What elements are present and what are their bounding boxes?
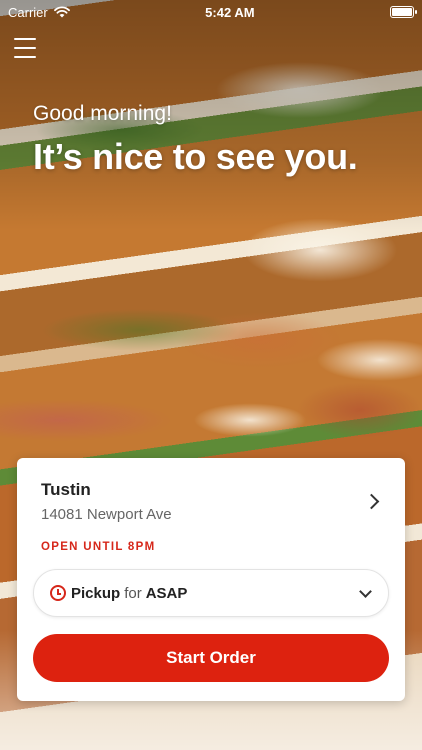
order-type-text: Pickup for ASAP <box>71 585 187 602</box>
order-card: Tustin 14081 Newport Ave OPEN UNTIL 8PM … <box>17 458 405 701</box>
status-bar: Carrier 5:42 AM <box>0 0 422 24</box>
open-status-label: OPEN UNTIL 8PM <box>41 541 156 553</box>
order-time: ASAP <box>145 584 188 602</box>
order-connector: for <box>124 584 142 602</box>
menu-line <box>14 56 36 58</box>
start-order-button[interactable]: Start Order <box>33 634 389 682</box>
location-name: Tustin <box>41 480 91 499</box>
clock-icon <box>50 585 66 601</box>
battery-icon <box>389 6 417 18</box>
wifi-icon <box>53 6 70 18</box>
location-selector[interactable]: Tustin 14081 Newport Ave <box>41 480 383 528</box>
menu-line <box>14 38 36 40</box>
order-type-dropdown[interactable]: Pickup for ASAP <box>33 569 389 617</box>
chevron-down-icon <box>359 585 372 598</box>
location-address: 14081 Newport Ave <box>41 506 172 523</box>
clock-time: 5:42 AM <box>205 4 255 20</box>
menu-line <box>14 47 36 49</box>
hamburger-menu-icon[interactable] <box>14 38 36 58</box>
greeting-text: Good morning! <box>33 102 172 125</box>
carrier-label: Carrier <box>8 4 48 20</box>
order-method: Pickup <box>71 584 121 602</box>
status-left: Carrier <box>8 5 70 20</box>
headline-text: It’s nice to see you. <box>33 136 358 177</box>
